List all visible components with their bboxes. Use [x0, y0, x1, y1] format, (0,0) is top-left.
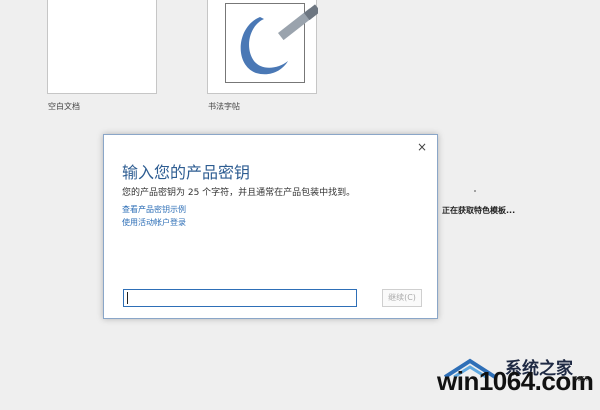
calligraphy-template-label: 书法字帖	[208, 102, 240, 111]
view-key-example-link[interactable]: 查看产品密钥示例	[122, 204, 186, 215]
dialog-description: 您的产品密钥为 25 个字符，并且通常在产品包装中找到。	[122, 188, 356, 198]
close-icon[interactable]: ×	[415, 140, 429, 154]
watermark-net-suffix: NET	[575, 376, 589, 383]
loading-status-text: 正在获取特色模板...	[442, 206, 516, 215]
product-key-dialog: × 输入您的产品密钥 您的产品密钥为 25 个字符，并且通常在产品包装中找到。 …	[103, 134, 438, 319]
product-key-input[interactable]	[123, 289, 357, 307]
watermark-url-text: win1064.com	[437, 366, 594, 396]
text-caret	[127, 292, 128, 304]
brush-stroke-icon	[240, 4, 318, 75]
continue-button[interactable]: 继续(C)	[382, 289, 422, 307]
dialog-title: 输入您的产品密钥	[122, 163, 251, 182]
sign-in-active-account-link[interactable]: 使用活动帐户登录	[122, 217, 186, 228]
loading-indicator	[474, 190, 476, 192]
blank-document-label: 空白文档	[48, 102, 80, 111]
calligraphy-thumbnail	[225, 3, 318, 83]
calligraphy-template[interactable]	[207, 0, 318, 94]
blank-document-template[interactable]	[47, 0, 157, 94]
